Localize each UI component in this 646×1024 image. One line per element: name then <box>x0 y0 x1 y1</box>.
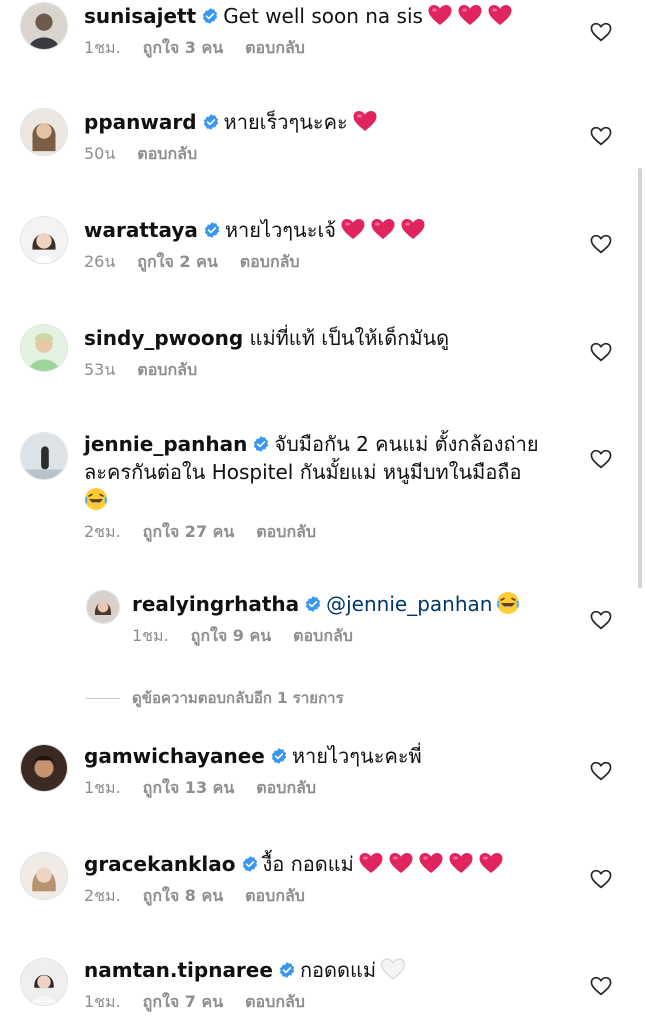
red-heart-emoji <box>388 851 414 875</box>
avatar[interactable] <box>20 852 68 900</box>
heart-outline-icon[interactable] <box>590 22 612 42</box>
username[interactable]: gamwichayanee <box>84 744 265 768</box>
avatar[interactable] <box>20 324 68 372</box>
comment-text: หายเร็วๆนะคะ <box>223 110 348 134</box>
reply-button[interactable]: ตอบกลับ <box>245 38 305 57</box>
comment-time: 2ชม. <box>84 886 121 905</box>
username[interactable]: sunisajett <box>84 4 196 28</box>
avatar[interactable] <box>20 2 68 50</box>
reply-button[interactable]: ตอบกลับ <box>137 360 197 379</box>
comment-time: 1ชม. <box>84 778 121 797</box>
username[interactable]: ppanward <box>84 110 197 134</box>
username[interactable]: realyingrhatha <box>132 592 299 616</box>
comment-text: Get well soon na sis <box>223 4 423 28</box>
comment-text: ละครกันต่อใน Hospitel กันมั้ยแม่ หนูมีบท… <box>84 460 522 484</box>
username[interactable]: jennie_panhan <box>84 432 247 456</box>
like-count[interactable]: ถูกใจ 27 คน <box>143 522 235 541</box>
comment-time: 1ชม. <box>84 992 121 1011</box>
avatar[interactable] <box>20 744 68 792</box>
reply-button[interactable]: ตอบกลับ <box>240 252 300 271</box>
avatar[interactable] <box>20 432 68 480</box>
heart-outline-icon[interactable] <box>590 126 612 146</box>
verified-badge-icon <box>203 221 221 239</box>
like-count[interactable]: ถูกใจ 9 คน <box>191 626 271 645</box>
reply-button[interactable]: ตอบกลับ <box>256 778 316 797</box>
white-heart-emoji <box>380 957 406 981</box>
red-heart-emoji <box>352 109 378 133</box>
reply-button[interactable]: ตอบกลับ <box>245 886 305 905</box>
heart-outline-icon[interactable] <box>590 234 612 254</box>
verified-badge-icon <box>201 7 219 25</box>
tears-of-joy-emoji <box>496 591 520 615</box>
username[interactable]: gracekanklao <box>84 852 236 876</box>
divider <box>86 698 120 699</box>
comment-text: แม่ที่แท้ เป็นให้เด็กมันดู <box>249 326 450 350</box>
avatar[interactable] <box>20 216 68 264</box>
comment-text: กอดดแม่ <box>299 958 377 982</box>
verified-badge-icon <box>241 855 259 873</box>
like-count[interactable]: ถูกใจ 2 คน <box>137 252 217 271</box>
username[interactable]: namtan.tipnaree <box>84 958 273 982</box>
comment-text: งื้อ กอดแม่ <box>262 852 354 876</box>
red-heart-emoji <box>358 851 384 875</box>
verified-badge-icon <box>270 747 288 765</box>
heart-outline-icon[interactable] <box>590 342 612 362</box>
like-count[interactable]: ถูกใจ 13 คน <box>143 778 235 797</box>
red-heart-emoji <box>448 851 474 875</box>
comment-text: หายไวๆนะคะพี่ <box>291 744 422 768</box>
verified-badge-icon <box>278 961 296 979</box>
view-more-replies[interactable]: ดูข้อความตอบกลับอีก 1 รายการ <box>86 686 344 710</box>
avatar[interactable] <box>20 108 68 156</box>
comment-time: 1ชม. <box>84 38 121 57</box>
like-count[interactable]: ถูกใจ 8 คน <box>143 886 223 905</box>
comment-text: หายไวๆนะเจ้ <box>224 218 337 242</box>
tears-of-joy-emoji <box>84 487 108 511</box>
heart-outline-icon[interactable] <box>590 610 612 630</box>
red-heart-emoji <box>478 851 504 875</box>
red-heart-emoji <box>427 3 453 27</box>
reply-button[interactable]: ตอบกลับ <box>137 144 197 163</box>
red-heart-emoji <box>370 217 396 241</box>
comment-time: 1ชม. <box>132 626 169 645</box>
comment-text: จับมือกัน 2 คนแม่ ตั้งกล้องถ่าย <box>274 432 539 456</box>
like-count[interactable]: ถูกใจ 7 คน <box>143 992 223 1011</box>
avatar[interactable] <box>20 958 68 1006</box>
verified-badge-icon <box>304 595 322 613</box>
red-heart-emoji <box>340 217 366 241</box>
like-count[interactable]: ถูกใจ 3 คน <box>143 38 223 57</box>
red-heart-emoji <box>418 851 444 875</box>
heart-outline-icon[interactable] <box>590 449 612 469</box>
mention-link[interactable]: @jennie_panhan <box>326 592 492 616</box>
username[interactable]: sindy_pwoong <box>84 326 243 350</box>
verified-badge-icon <box>252 435 270 453</box>
scrollbar[interactable] <box>638 168 642 588</box>
comment-time: 2ชม. <box>84 522 121 541</box>
red-heart-emoji <box>457 3 483 27</box>
reply-button[interactable]: ตอบกลับ <box>256 522 316 541</box>
comment-time: 50น <box>84 144 116 163</box>
avatar[interactable] <box>86 590 120 624</box>
red-heart-emoji <box>487 3 513 27</box>
view-more-replies-label: ดูข้อความตอบกลับอีก 1 รายการ <box>132 689 344 707</box>
heart-outline-icon[interactable] <box>590 976 612 996</box>
heart-outline-icon[interactable] <box>590 869 612 889</box>
verified-badge-icon <box>202 113 220 131</box>
red-heart-emoji <box>400 217 426 241</box>
heart-outline-icon[interactable] <box>590 761 612 781</box>
reply-button[interactable]: ตอบกลับ <box>293 626 353 645</box>
username[interactable]: warattaya <box>84 218 198 242</box>
comment-time: 53น <box>84 360 116 379</box>
reply-button[interactable]: ตอบกลับ <box>245 992 305 1011</box>
comment-time: 26น <box>84 252 116 271</box>
